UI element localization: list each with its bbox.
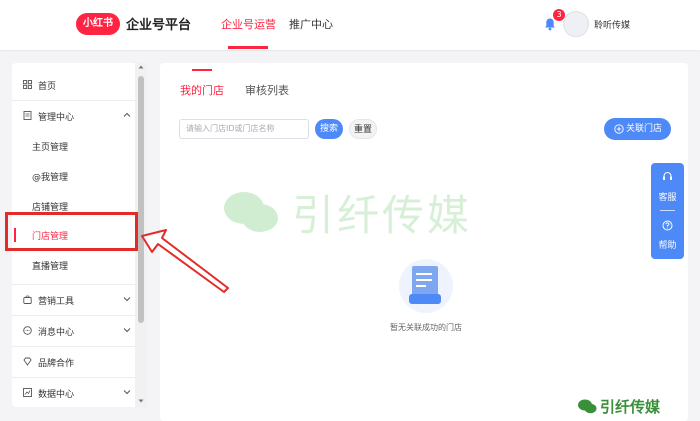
sidebar-item-label: @我管理 [32,173,69,183]
link-store-label: 关联门店 [626,124,663,134]
help-button[interactable]: 帮助 [651,238,684,251]
sidebar-item-label: 管理中心 [38,113,75,123]
sidebar-item-label: 营销工具 [38,297,75,307]
annotation-arrow-icon [141,229,229,293]
sidebar-item-label: 主页管理 [32,143,69,153]
nav-account-operations[interactable]: 企业号运营 [221,16,276,32]
plus-circle-icon [614,124,624,134]
sidebar-item-label: 首页 [38,82,57,92]
annotation-highlight-box [5,212,138,251]
customer-service-button[interactable]: 客服 [651,190,684,203]
sidebar-item-message-center[interactable]: 消息中心 [12,316,147,346]
sidebar-item-label: 直播管理 [32,262,69,272]
search-button[interactable]: 搜索 [315,119,343,139]
xiaohongshu-logo[interactable]: 小红书 [76,13,120,35]
tab-active-underline [192,69,212,71]
home-grid-icon [23,80,32,89]
wechat-watermark-small-icon [578,399,597,414]
tab-review-list[interactable]: 审核列表 [245,82,289,98]
tab-my-stores[interactable]: 我的门店 [180,82,224,98]
username[interactable]: 聆听传媒 [594,18,630,31]
empty-state-illustration [399,259,453,313]
chart-icon [23,388,32,397]
scroll-up-icon[interactable] [138,64,144,70]
sidebar-item-marketing-tools[interactable]: 营销工具 [12,285,147,315]
scroll-down-icon[interactable] [138,398,144,404]
help-icon [662,220,673,231]
platform-title: 企业号平台 [126,18,192,33]
chevron-down-icon [123,297,131,302]
chevron-up-icon [123,112,131,117]
document-icon [23,111,32,120]
chevron-down-icon [123,390,131,395]
sidebar-item-brand-cooperation[interactable]: 品牌合作 [12,347,147,377]
wechat-watermark-icon [224,192,278,232]
nav-active-underline [228,46,268,49]
headset-icon [663,171,672,180]
sidebar-item-live-management[interactable]: 直播管理 [12,250,147,280]
sidebar-item-data-center[interactable]: 数据中心 [12,378,147,407]
sidebar-item-label: 消息中心 [38,328,75,338]
float-service-panel: 客服 帮助 [651,163,684,259]
reset-button[interactable]: 重置 [349,119,377,139]
diamond-icon [23,357,32,366]
nav-promotion-center[interactable]: 推广中心 [289,16,333,32]
sidebar-item-homepage-management[interactable]: 主页管理 [12,131,147,161]
link-store-button[interactable]: 关联门店 [604,118,671,140]
sidebar-item-label: 数据中心 [38,390,75,400]
search-input[interactable]: 请输入门店ID或门店名称 [179,119,309,139]
empty-state-text: 暂无关联成功的门店 [390,323,462,332]
bag-icon [23,295,32,304]
sidebar-item-mention-management[interactable]: @我管理 [12,161,147,191]
avatar[interactable] [563,11,589,37]
watermark-text: 引纤传媒 [292,191,473,240]
divider [660,210,675,211]
chevron-down-icon [123,328,131,333]
message-icon [23,326,32,335]
bottom-watermark-text: 引纤传媒 [600,398,661,416]
top-bar: 小红书 企业号平台 企业号运营 推广中心 3 聆听传媒 [0,0,700,50]
sidebar-item-management-center[interactable]: 管理中心 [12,101,147,131]
sidebar-item-label: 品牌合作 [38,359,75,369]
sidebar-item-home[interactable]: 首页 [12,70,147,100]
